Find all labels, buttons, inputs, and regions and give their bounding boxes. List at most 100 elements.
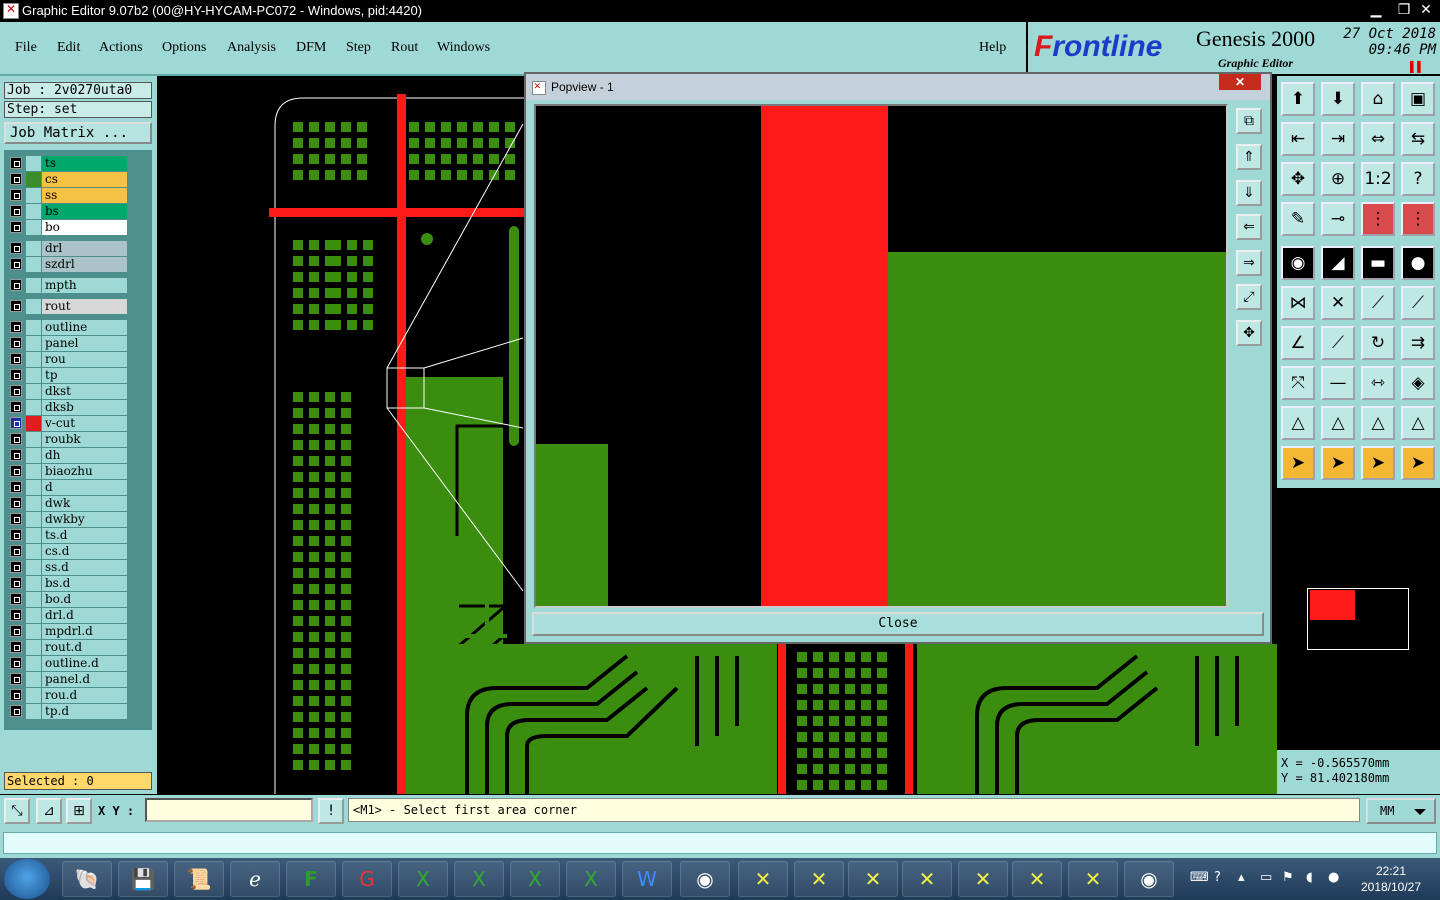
layer-name[interactable]: ts.d (42, 528, 127, 543)
layer-name[interactable]: dkst (42, 384, 127, 399)
menu-options[interactable]: Options (162, 40, 206, 56)
text-tool-icon[interactable]: ⇉ (1401, 326, 1435, 360)
zoom-out-tool-icon[interactable]: ⬇ (1321, 82, 1355, 116)
layer-row-tp.d[interactable]: tp.d (8, 704, 128, 719)
shape-tool-icon[interactable]: ◢ (1321, 246, 1355, 280)
layer-name[interactable]: bo (42, 220, 127, 235)
layer-name[interactable]: bs.d (42, 576, 127, 591)
menu-rout[interactable]: Rout (391, 40, 418, 56)
job-matrix-button[interactable]: Job Matrix ... (4, 122, 152, 144)
layer-row-dwkby[interactable]: dwkby (8, 512, 128, 527)
pan-left-tool-icon[interactable]: ⇤ (1281, 122, 1315, 156)
popview-zoom-home-icon[interactable]: ⧉ (1236, 108, 1262, 134)
security-icon[interactable]: ● (1328, 870, 1339, 885)
layer-color-swatch[interactable] (26, 448, 41, 463)
layer-row-drl.d[interactable]: drl.d (8, 608, 128, 623)
layer-row-ss[interactable]: ss (8, 188, 128, 203)
layer-color-swatch[interactable] (26, 416, 41, 431)
taskbar-genesis-icon[interactable]: ✕ (848, 861, 898, 897)
menu-step[interactable]: Step (346, 40, 371, 56)
menu-edit[interactable]: Edit (57, 40, 80, 56)
layer-color-swatch[interactable] (26, 336, 41, 351)
layer-color-swatch[interactable] (26, 432, 41, 447)
layer-row-cs.d[interactable]: cs.d (8, 544, 128, 559)
popview-pan-down-icon[interactable]: ⇓ (1236, 180, 1262, 206)
layer-color-swatch[interactable] (26, 320, 41, 335)
layer-checkbox[interactable] (10, 433, 22, 445)
resize-tool-icon[interactable]: ⇿ (1361, 366, 1395, 400)
line-tool-icon[interactable]: ⟋ (1321, 326, 1355, 360)
zoom-fit-icon[interactable]: ⤡ (4, 798, 30, 824)
layer-row-bs.d[interactable]: bs.d (8, 576, 128, 591)
layer-row-tp[interactable]: tp (8, 368, 128, 383)
layer-row-bo[interactable]: bo (8, 220, 128, 235)
triangle-tool-icon[interactable]: △ (1281, 406, 1315, 440)
layer-checkbox[interactable] (10, 465, 22, 477)
layer-color-swatch[interactable] (26, 188, 41, 203)
grid-icon[interactable]: ⊞ (66, 798, 92, 824)
tray-expand-icon[interactable]: ▴ (1238, 870, 1245, 885)
layer-checkbox[interactable] (10, 449, 22, 461)
ruler-tool-icon[interactable]: ▬ (1361, 246, 1395, 280)
layer-checkbox[interactable] (10, 529, 22, 541)
layer-color-swatch[interactable] (26, 257, 41, 272)
line-add-tool-icon[interactable]: ⟋ (1361, 286, 1395, 320)
close-window-button[interactable]: ✕ (1414, 0, 1438, 20)
layer-name[interactable]: szdrl (42, 257, 127, 272)
layer-color-swatch[interactable] (26, 608, 41, 623)
layer-row-bo.d[interactable]: bo.d (8, 592, 128, 607)
layer-color-swatch[interactable] (26, 624, 41, 639)
layer-checkbox[interactable] (10, 321, 22, 333)
connect-tool-icon[interactable]: ⋈ (1281, 286, 1315, 320)
layer-name[interactable]: ts (42, 156, 127, 171)
layer-color-swatch[interactable] (26, 592, 41, 607)
layer-checkbox[interactable] (10, 641, 22, 653)
layer-name[interactable]: outline.d (42, 656, 127, 671)
layer-row-ss.d[interactable]: ss.d (8, 560, 128, 575)
layer-row-panel.d[interactable]: panel.d (8, 672, 128, 687)
overview-map[interactable] (1277, 488, 1440, 750)
layer-color-swatch[interactable] (26, 560, 41, 575)
layer-checkbox[interactable] (10, 242, 22, 254)
taskbar-genesis-icon[interactable]: ✕ (902, 861, 952, 897)
layer-row-dkst[interactable]: dkst (8, 384, 128, 399)
cut-tool-icon[interactable]: — (1321, 366, 1355, 400)
layer-row-v-cut[interactable]: v-cut (8, 416, 128, 431)
group-tool-icon[interactable]: ◈ (1401, 366, 1435, 400)
layer-checkbox[interactable] (10, 545, 22, 557)
layer-row-bs[interactable]: bs (8, 204, 128, 219)
layer-checkbox[interactable] (10, 689, 22, 701)
taskbar-frontline-icon[interactable]: F (286, 861, 336, 897)
layer-color-swatch[interactable] (26, 640, 41, 655)
layer-color-swatch[interactable] (26, 688, 41, 703)
layer-name[interactable]: v-cut (42, 416, 127, 431)
layer-row-rout[interactable]: rout (8, 299, 128, 314)
layer-checkbox[interactable] (10, 497, 22, 509)
layer-row-mpdrl.d[interactable]: mpdrl.d (8, 624, 128, 639)
angle-tool-icon[interactable]: ∠ (1281, 326, 1315, 360)
taskbar-excel-icon[interactable]: X (566, 861, 616, 897)
select-d-tool-icon[interactable]: ➤ (1401, 446, 1435, 480)
taskbar-viewer-icon[interactable]: ◉ (1124, 861, 1174, 897)
layer-checkbox[interactable] (10, 369, 22, 381)
popview-pan-right-icon[interactable]: ⇒ (1236, 250, 1262, 276)
layer-color-swatch[interactable] (26, 278, 41, 293)
layer-color-swatch[interactable] (26, 156, 41, 171)
popview-close-button[interactable]: Close (532, 612, 1264, 636)
menu-windows[interactable]: Windows (437, 40, 490, 56)
triangle-d-tool-icon[interactable]: △ (1401, 406, 1435, 440)
layer-name[interactable]: dh (42, 448, 127, 463)
layer-checkbox[interactable] (10, 221, 22, 233)
network-icon[interactable]: ▭ (1260, 870, 1272, 885)
taskbar-word-icon[interactable]: W (622, 861, 672, 897)
layer-color-swatch[interactable] (26, 496, 41, 511)
layer-row-mpth[interactable]: mpth (8, 278, 128, 293)
layer-color-swatch[interactable] (26, 656, 41, 671)
layer-color-swatch[interactable] (26, 512, 41, 527)
layer-checkbox[interactable] (10, 205, 22, 217)
layer-checkbox[interactable] (10, 279, 22, 291)
layer-name[interactable]: cs.d (42, 544, 127, 559)
layer-row-ts.d[interactable]: ts.d (8, 528, 128, 543)
taskbar-clock[interactable]: 22:21 2018/10/27 (1346, 863, 1436, 895)
layer-checkbox[interactable] (10, 337, 22, 349)
